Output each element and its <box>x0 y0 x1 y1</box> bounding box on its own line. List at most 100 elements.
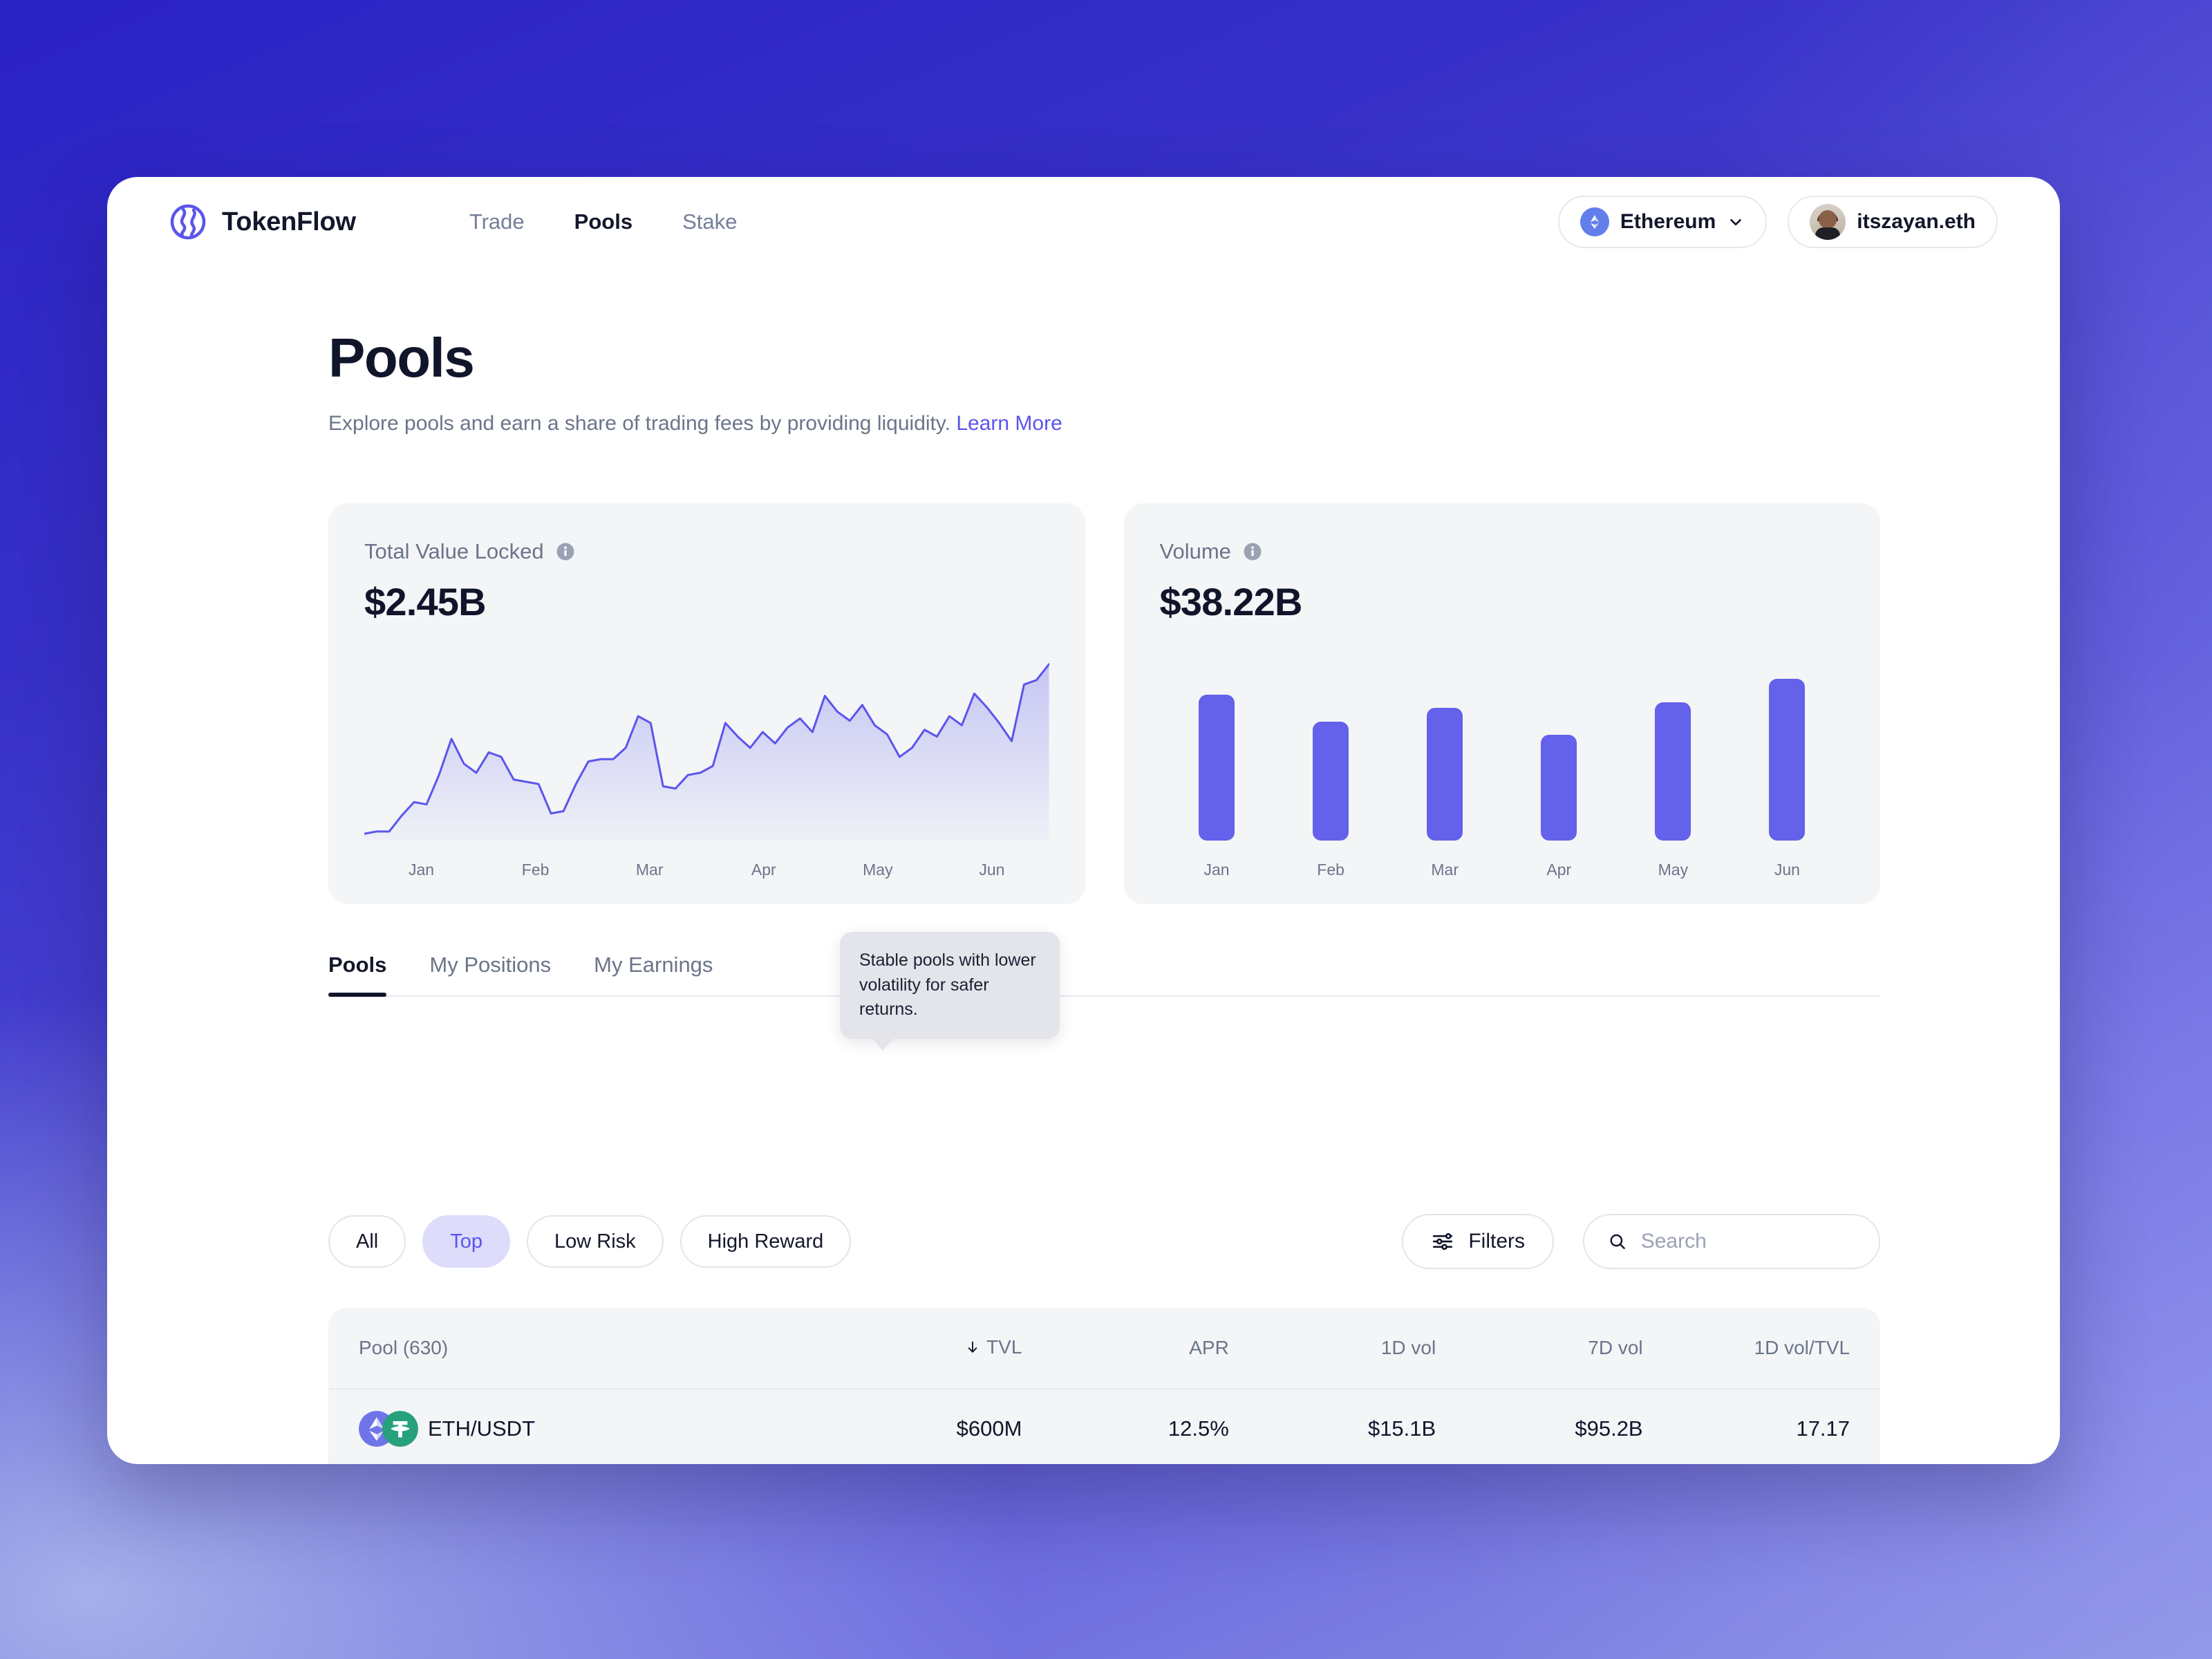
axis-label: Feb <box>1317 861 1344 879</box>
axis-label: Mar <box>635 861 664 879</box>
column-header-7d-vol[interactable]: 7D vol <box>1436 1337 1642 1359</box>
bar-slot <box>1274 648 1388 841</box>
app-window: TokenFlow Trade Pools Stake Ethereum its… <box>107 177 2060 1464</box>
cell-1d-vol: $15.1B <box>1367 1416 1436 1441</box>
filter-chip-low-risk[interactable]: Low Risk <box>527 1215 664 1268</box>
tab-my-positions[interactable]: My Positions <box>429 953 551 995</box>
stat-card-volume: Volume $38.22B Jan Feb Mar Apr May Jun <box>1123 503 1881 904</box>
pool-cell: ETH/USDT <box>359 1411 815 1447</box>
axis-label: Jun <box>1774 861 1800 879</box>
tabs-divider <box>328 995 1880 997</box>
filter-chip-group: All Top Low Risk High Reward <box>328 1215 852 1268</box>
column-header-tvl[interactable]: TVL <box>815 1336 1022 1360</box>
axis-label: May <box>863 861 893 879</box>
column-header-tvl-label: TVL <box>986 1335 1022 1358</box>
volume-value: $38.22B <box>1159 580 1303 624</box>
axis-label: Jan <box>1203 861 1230 879</box>
filter-chip-top[interactable]: Top <box>422 1215 510 1268</box>
search-box[interactable] <box>1583 1214 1880 1269</box>
filters-button[interactable]: Filters <box>1402 1214 1554 1269</box>
axis-label: Feb <box>521 861 550 879</box>
page-subtitle-text: Explore pools and earn a share of tradin… <box>328 412 950 435</box>
account-button[interactable]: itszayan.eth <box>1788 196 1998 248</box>
bar-slot <box>1502 648 1616 841</box>
volume-bar[interactable] <box>1199 694 1235 841</box>
nav-link-pools[interactable]: Pools <box>574 209 632 234</box>
cell-tvl: $600M <box>956 1416 1022 1441</box>
account-label: itszayan.eth <box>1857 210 1976 233</box>
filter-chip-high-reward[interactable]: High Reward <box>679 1215 852 1268</box>
ethereum-icon <box>1580 207 1609 236</box>
tooltip: Stable pools with lower volatility for s… <box>840 932 1060 1050</box>
volume-bar[interactable] <box>1769 679 1806 841</box>
user-avatar <box>1810 204 1846 240</box>
search-input[interactable] <box>1640 1230 1855 1253</box>
column-header-pool[interactable]: Pool (630) <box>359 1337 815 1359</box>
volume-bar[interactable] <box>1655 702 1691 841</box>
tvl-label: Total Value Locked <box>364 539 544 563</box>
chevron-down-icon <box>1730 218 1742 226</box>
filter-toolbar: All Top Low Risk High Reward Filters <box>328 1214 1880 1269</box>
page-title: Pools <box>328 327 475 388</box>
axis-label: Apr <box>751 861 776 879</box>
nav-link-stake[interactable]: Stake <box>682 209 737 234</box>
tab-pools[interactable]: Pools <box>328 953 387 997</box>
nav-links: Trade Pools Stake <box>469 209 738 234</box>
volume-bar[interactable] <box>1541 735 1577 841</box>
brand[interactable]: TokenFlow <box>169 203 356 241</box>
learn-more-link[interactable]: Learn More <box>956 412 1062 435</box>
axis-label: Jun <box>979 861 1005 879</box>
tvl-value: $2.45B <box>364 580 487 624</box>
tab-list: Pools My Positions My Earnings <box>328 953 1880 997</box>
bar-slot <box>1616 648 1730 841</box>
pools-table: Pool (630) TVL APR 1D vol 7D vol 1D vol/… <box>328 1308 1880 1464</box>
info-icon[interactable] <box>555 541 576 562</box>
top-navbar: TokenFlow Trade Pools Stake Ethereum its… <box>107 177 2060 267</box>
axis-label: May <box>1658 861 1689 879</box>
axis-label: Apr <box>1546 861 1572 879</box>
navbar-actions: Ethereum itszayan.eth <box>1557 196 1998 248</box>
axis-label: Mar <box>1431 861 1459 879</box>
pool-pair-name: ETH/USDT <box>428 1416 535 1441</box>
brand-name: TokenFlow <box>222 207 356 236</box>
column-header-1d-vol[interactable]: 1D vol <box>1229 1337 1436 1359</box>
tabs-section: Pools My Positions My Earnings Stable po… <box>328 932 1880 1050</box>
cell-1d-vol-tvl: 17.17 <box>1796 1416 1850 1441</box>
table-header-row: Pool (630) TVL APR 1D vol 7D vol 1D vol/… <box>328 1308 1880 1388</box>
table-row[interactable]: ETH/USDT $600M 12.5% $15.1B $95.2B 17.17 <box>328 1388 1880 1464</box>
arrow-down-icon <box>968 1341 977 1353</box>
network-selector[interactable]: Ethereum <box>1557 196 1768 248</box>
stat-card-tvl: Total Value Locked $2.45B Jan Feb Mar Ap <box>328 503 1085 904</box>
bar-slot <box>1388 648 1502 841</box>
tether-icon <box>382 1411 418 1447</box>
sliders-icon <box>1433 1232 1453 1250</box>
page-subtitle: Explore pools and earn a share of tradin… <box>328 412 1062 435</box>
stat-cards: Total Value Locked $2.45B Jan Feb Mar Ap <box>328 503 1880 904</box>
volume-label: Volume <box>1159 539 1231 563</box>
filter-chip-all[interactable]: All <box>328 1215 406 1268</box>
nav-link-trade[interactable]: Trade <box>469 209 525 234</box>
tvl-axis-labels: Jan Feb Mar Apr May Jun <box>364 861 1049 879</box>
axis-label: Jan <box>408 861 435 879</box>
info-icon[interactable] <box>1242 541 1263 562</box>
search-icon <box>1610 1234 1625 1249</box>
volume-axis-labels: Jan Feb Mar Apr May Jun <box>1160 861 1845 879</box>
tokenflow-logo-icon <box>170 204 206 240</box>
network-label: Ethereum <box>1620 210 1716 233</box>
tvl-area-chart <box>364 648 1049 841</box>
bar-slot <box>1730 648 1844 841</box>
volume-header: Volume <box>1160 539 1881 564</box>
volume-bar[interactable] <box>1427 708 1463 841</box>
column-header-apr[interactable]: APR <box>1022 1337 1229 1359</box>
volume-bar[interactable] <box>1313 721 1349 841</box>
tvl-header: Total Value Locked <box>364 539 1085 564</box>
volume-bar-chart <box>1160 648 1845 841</box>
cell-7d-vol: $95.2B <box>1575 1416 1643 1441</box>
toolbar-right: Filters <box>1402 1214 1880 1269</box>
column-header-1d-vol-tvl[interactable]: 1D vol/TVL <box>1643 1337 1850 1359</box>
filters-button-label: Filters <box>1468 1230 1525 1253</box>
bar-slot <box>1160 648 1274 841</box>
tab-my-earnings[interactable]: My Earnings <box>594 953 713 995</box>
page-head: Pools Explore pools and earn a share of … <box>328 330 1062 435</box>
pair-icons <box>359 1411 418 1447</box>
